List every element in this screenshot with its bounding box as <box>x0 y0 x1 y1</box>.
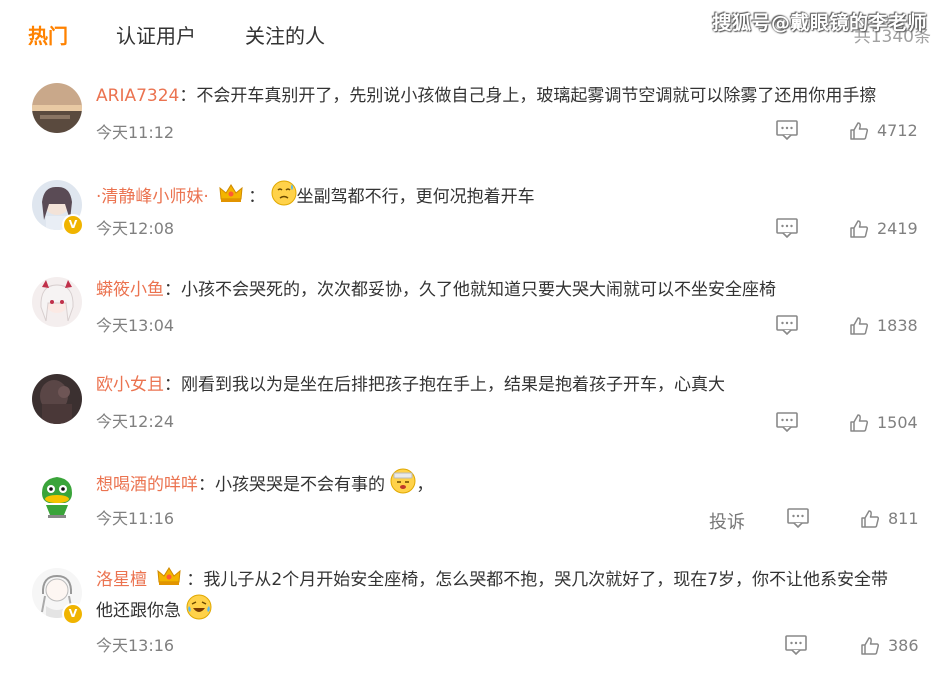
reply-icon[interactable] <box>776 218 798 242</box>
comment-username[interactable]: 想喝酒的咩咩 <box>96 475 198 495</box>
like-count: 386 <box>888 636 919 655</box>
comment-text-suffix: ， <box>416 475 434 495</box>
separator: ： <box>179 86 197 106</box>
thumbs-up-icon <box>861 636 880 655</box>
thumbs-up-icon <box>850 121 869 140</box>
report-link[interactable]: 投诉 <box>709 508 745 534</box>
tab-verified-users[interactable]: 认证用户 <box>116 20 196 49</box>
comment-text: 小孩哭哭是不会有事的 <box>215 475 385 495</box>
separator: ： <box>164 280 181 300</box>
comment-text: 不会开车真别开了，先别说小孩做自己身上，玻璃起雾调节空调就可以除雾了还用你用手擦 <box>196 86 877 106</box>
reply-icon[interactable] <box>787 508 809 532</box>
separator: ： <box>198 475 215 495</box>
verified-badge-icon: V <box>62 214 84 236</box>
separator: ： <box>186 570 204 590</box>
reply-icon[interactable] <box>785 635 807 659</box>
comment-time: 今天12:08 <box>96 219 175 238</box>
sick-emoji-icon <box>390 468 416 502</box>
comment-username[interactable]: ·清静峰小师妹· <box>96 187 209 207</box>
comment-time: 今天11:16 <box>96 509 175 528</box>
thumbs-up-icon <box>850 316 869 335</box>
separator: ： <box>164 375 181 395</box>
comment-username[interactable]: 蟒筱小鱼 <box>96 280 164 300</box>
reply-icon[interactable] <box>776 412 798 436</box>
like-count: 1504 <box>877 413 918 432</box>
thumbs-up-icon <box>850 219 869 238</box>
crown-icon <box>218 182 244 212</box>
green-duck-avatar[interactable] <box>32 471 82 521</box>
comment-time: 今天12:24 <box>96 412 175 431</box>
tab-following[interactable]: 关注的人 <box>245 20 325 49</box>
laugh-cry-emoji-icon <box>186 594 212 628</box>
like-count: 811 <box>888 509 919 528</box>
tab-hot[interactable]: 热门 <box>28 20 68 49</box>
comment-time: 今天11:12 <box>96 123 175 142</box>
like-button[interactable]: 1838 <box>849 315 918 336</box>
thumbs-up-icon <box>861 509 880 528</box>
like-button[interactable]: 811 <box>860 508 919 529</box>
reply-icon[interactable] <box>776 120 798 144</box>
crown-icon <box>156 565 182 595</box>
separator: ： <box>248 187 266 207</box>
comment-username[interactable]: 欧小女且 <box>96 375 164 395</box>
verified-badge-icon: V <box>62 603 84 625</box>
comment-time: 今天13:16 <box>96 636 175 655</box>
comment-text: 小孩不会哭死的，次次都妥协，久了他就知道只要大哭大闹就可以不坐安全座椅 <box>181 280 776 300</box>
comment-username[interactable]: ARIA7324 <box>96 86 179 106</box>
comment-time: 今天13:04 <box>96 316 175 335</box>
like-count: 1838 <box>877 316 918 335</box>
watermark: 搜狐号@戴眼镜的李老师 <box>712 12 927 34</box>
dark-photo-avatar[interactable] <box>32 374 82 424</box>
like-button[interactable]: 4712 <box>849 120 918 141</box>
anime-white-hair-avatar[interactable] <box>32 277 82 327</box>
comment-username[interactable]: 洛星檀 <box>96 570 147 590</box>
comment-text: 我儿子从2个月开始安全座椅，怎么哭都不抱，哭几次就好了，现在7岁，你不让他系安全… <box>203 570 889 590</box>
comment-text: 刚看到我以为是坐在后排把孩子抱在手上，结果是抱着孩子开车，心真大 <box>181 375 725 395</box>
sweat-emoji-icon <box>271 180 297 214</box>
sunset-lake-avatar[interactable] <box>32 83 82 133</box>
comment-text: 坐副驾都不行，更何况抱着开车 <box>296 187 535 207</box>
like-button[interactable]: 1504 <box>849 412 918 433</box>
like-count: 2419 <box>877 219 918 238</box>
reply-icon[interactable] <box>776 315 798 339</box>
like-button[interactable]: 2419 <box>849 218 918 239</box>
like-button[interactable]: 386 <box>860 635 919 656</box>
comment-text-continued: 他还跟你急 <box>96 601 181 621</box>
comment-tabs: 热门 认证用户 关注的人 共1340条 搜狐号@戴眼镜的李老师 <box>0 0 943 70</box>
thumbs-up-icon <box>850 413 869 432</box>
like-count: 4712 <box>877 121 918 140</box>
